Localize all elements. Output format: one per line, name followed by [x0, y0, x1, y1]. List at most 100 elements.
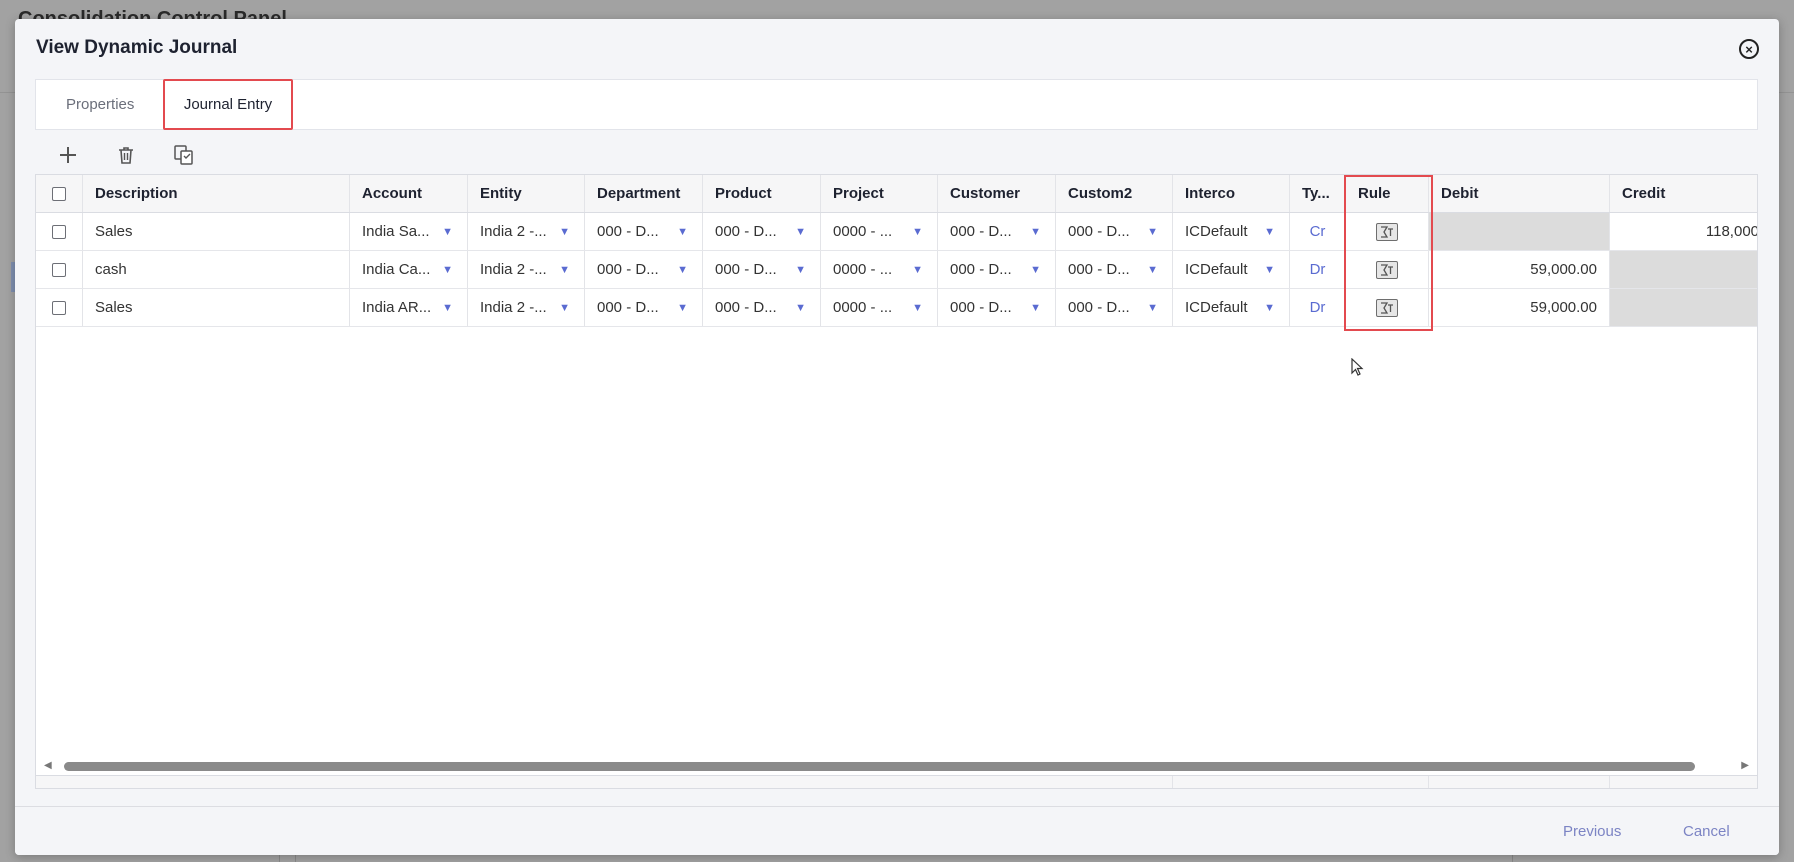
type-cell[interactable]: Cr — [1290, 213, 1346, 250]
debit-cell[interactable]: 59,000.00 — [1429, 289, 1610, 326]
column-header-type[interactable]: Ty... — [1290, 175, 1346, 212]
column-header-custom2[interactable]: Custom2 — [1056, 175, 1173, 212]
row-checkbox[interactable] — [52, 262, 66, 277]
dropdown-arrow-icon: ▼ — [559, 263, 570, 276]
dropdown-arrow-icon: ▼ — [559, 301, 570, 314]
department-dropdown[interactable]: 000 - D... ▼ — [585, 213, 703, 250]
tab-properties[interactable]: Properties — [66, 80, 134, 129]
customer-dropdown[interactable]: 000 - D... ▼ — [938, 213, 1056, 250]
description-cell[interactable]: cash — [83, 251, 350, 288]
dropdown-value: 000 - D... — [950, 261, 1012, 278]
grid-toolbar — [55, 139, 197, 171]
department-dropdown[interactable]: 000 - D... ▼ — [585, 289, 703, 326]
dropdown-value: 000 - D... — [715, 299, 777, 316]
row-select-cell — [36, 213, 83, 250]
row-checkbox[interactable] — [52, 224, 66, 239]
dropdown-arrow-icon: ▼ — [559, 225, 570, 238]
dropdown-arrow-icon: ▼ — [442, 225, 453, 238]
dropdown-arrow-icon: ▼ — [1030, 301, 1041, 314]
rule-editor-icon[interactable] — [1376, 260, 1398, 279]
dropdown-arrow-icon: ▼ — [442, 301, 453, 314]
custom2-dropdown[interactable]: 000 - D... ▼ — [1056, 289, 1173, 326]
column-header-interco[interactable]: Interco — [1173, 175, 1290, 212]
debit-total: 118,000.00 — [1429, 776, 1610, 788]
interco-dropdown[interactable]: ICDefault ▼ — [1173, 213, 1290, 250]
dropdown-value: 0000 - ... — [833, 261, 893, 278]
dropdown-arrow-icon: ▼ — [795, 301, 806, 314]
product-dropdown[interactable]: 000 - D... ▼ — [703, 213, 821, 250]
column-header-credit[interactable]: Credit — [1610, 175, 1757, 212]
dropdown-value: 000 - D... — [597, 299, 659, 316]
column-header-customer[interactable]: Customer — [938, 175, 1056, 212]
account-dropdown[interactable]: India AR... ▼ — [350, 289, 468, 326]
column-header-debit[interactable]: Debit — [1429, 175, 1610, 212]
view-dynamic-journal-dialog: View Dynamic Journal × Properties Journa… — [15, 19, 1779, 855]
totals-row: Total 0.00 118,000.00 118,000.00 — [36, 775, 1757, 788]
type-cell[interactable]: Dr — [1290, 251, 1346, 288]
column-header-entity[interactable]: Entity — [468, 175, 585, 212]
dropdown-value: 000 - D... — [715, 223, 777, 240]
copy-row-button[interactable] — [171, 142, 197, 168]
column-header-product[interactable]: Product — [703, 175, 821, 212]
dropdown-value: India 2 -... — [480, 261, 547, 278]
account-dropdown[interactable]: India Ca... ▼ — [350, 251, 468, 288]
dropdown-value: India Ca... — [362, 261, 431, 278]
department-dropdown[interactable]: 000 - D... ▼ — [585, 251, 703, 288]
entity-dropdown[interactable]: India 2 -... ▼ — [468, 251, 585, 288]
dropdown-value: ICDefault — [1185, 223, 1248, 240]
dropdown-arrow-icon: ▼ — [912, 301, 923, 314]
dropdown-arrow-icon: ▼ — [442, 263, 453, 276]
trash-icon — [119, 147, 133, 164]
credit-cell[interactable] — [1610, 289, 1757, 326]
entity-dropdown[interactable]: India 2 -... ▼ — [468, 289, 585, 326]
total-label: Total — [36, 776, 1173, 788]
project-dropdown[interactable]: 0000 - ... ▼ — [821, 289, 938, 326]
dropdown-arrow-icon: ▼ — [1264, 225, 1275, 238]
account-dropdown[interactable]: India Sa... ▼ — [350, 213, 468, 250]
column-header-department[interactable]: Department — [585, 175, 703, 212]
dropdown-value: India AR... — [362, 299, 432, 316]
interco-dropdown[interactable]: ICDefault ▼ — [1173, 289, 1290, 326]
delete-row-button[interactable] — [113, 142, 139, 168]
horizontal-scrollbar[interactable]: ◀ ▶ — [36, 757, 1757, 773]
select-all-checkbox[interactable] — [52, 186, 66, 201]
project-dropdown[interactable]: 0000 - ... ▼ — [821, 213, 938, 250]
dropdown-value: 000 - D... — [1068, 261, 1130, 278]
dropdown-arrow-icon: ▼ — [677, 301, 688, 314]
project-dropdown[interactable]: 0000 - ... ▼ — [821, 251, 938, 288]
scroll-right-arrow-icon[interactable]: ▶ — [1741, 760, 1749, 771]
dropdown-arrow-icon: ▼ — [795, 263, 806, 276]
custom2-dropdown[interactable]: 000 - D... ▼ — [1056, 251, 1173, 288]
rule-editor-icon[interactable] — [1376, 222, 1398, 241]
product-dropdown[interactable]: 000 - D... ▼ — [703, 289, 821, 326]
customer-dropdown[interactable]: 000 - D... ▼ — [938, 251, 1056, 288]
customer-dropdown[interactable]: 000 - D... ▼ — [938, 289, 1056, 326]
column-header-description[interactable]: Description — [83, 175, 350, 212]
debit-cell[interactable]: 59,000.00 — [1429, 251, 1610, 288]
credit-cell[interactable]: 118,000 — [1610, 213, 1757, 250]
custom2-dropdown[interactable]: 000 - D... ▼ — [1056, 213, 1173, 250]
column-header-project[interactable]: Project — [821, 175, 938, 212]
row-checkbox[interactable] — [52, 300, 66, 315]
close-icon[interactable]: × — [1739, 39, 1759, 59]
description-cell[interactable]: Sales — [83, 213, 350, 250]
scrollbar-thumb[interactable] — [64, 762, 1695, 771]
rule-cell — [1346, 251, 1429, 288]
dropdown-value: 000 - D... — [715, 261, 777, 278]
previous-button[interactable]: Previous — [1563, 823, 1621, 840]
debit-cell[interactable] — [1429, 213, 1610, 250]
rule-editor-icon[interactable] — [1376, 298, 1398, 317]
credit-cell[interactable] — [1610, 251, 1757, 288]
dialog-footer: Previous Cancel — [15, 806, 1779, 855]
entity-dropdown[interactable]: India 2 -... ▼ — [468, 213, 585, 250]
scroll-left-arrow-icon[interactable]: ◀ — [44, 760, 52, 771]
column-header-rule[interactable]: Rule — [1346, 175, 1429, 212]
tab-journal-entry[interactable]: Journal Entry — [163, 79, 293, 130]
column-header-account[interactable]: Account — [350, 175, 468, 212]
cancel-button[interactable]: Cancel — [1683, 823, 1730, 840]
interco-dropdown[interactable]: ICDefault ▼ — [1173, 251, 1290, 288]
add-row-button[interactable] — [55, 142, 81, 168]
product-dropdown[interactable]: 000 - D... ▼ — [703, 251, 821, 288]
description-cell[interactable]: Sales — [83, 289, 350, 326]
type-cell[interactable]: Dr — [1290, 289, 1346, 326]
